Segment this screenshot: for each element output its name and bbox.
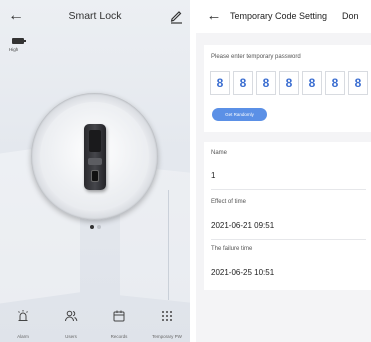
page-title: Smart Lock <box>68 10 122 22</box>
nav-label: Alarm <box>17 334 29 339</box>
nav-label: Users <box>65 334 77 339</box>
digit-box[interactable]: 8 <box>279 71 299 95</box>
digit-box[interactable]: 8 <box>210 71 230 95</box>
keypad-icon <box>160 309 174 323</box>
nav-item-records[interactable]: Records <box>96 307 142 342</box>
page-title: Temporary Code Setting <box>230 11 328 21</box>
password-digits: 8 8 8 8 8 8 8 <box>210 71 371 95</box>
bottom-nav: Alarm Users Records Temporary PW <box>0 307 190 342</box>
nav-item-temporary-pw[interactable]: Temporary PW <box>144 307 190 342</box>
users-icon <box>64 309 78 323</box>
carousel-dot-active[interactable] <box>90 225 94 229</box>
lock-image[interactable] <box>31 93 158 220</box>
password-label: Please enter temporary password <box>211 54 301 60</box>
temporary-code-screen: ← Temporary Code Setting Don Please ente… <box>196 0 371 342</box>
background-line <box>168 190 174 300</box>
failure-time-field[interactable]: 2021-06-25 10:51 <box>211 268 274 277</box>
digit-box[interactable]: 8 <box>256 71 276 95</box>
lock-device-icon <box>83 123 106 190</box>
nav-item-users[interactable]: Users <box>48 307 94 342</box>
battery-icon <box>12 38 26 44</box>
carousel-dot[interactable] <box>97 225 101 229</box>
done-button[interactable]: Don <box>342 11 359 21</box>
digit-box[interactable]: 8 <box>325 71 345 95</box>
divider <box>211 189 366 190</box>
nav-item-alarm[interactable]: Alarm <box>0 307 46 342</box>
digit-box[interactable]: 8 <box>302 71 322 95</box>
code-settings-card: Name 1 Effect of time 2021-06-21 09:51 T… <box>204 142 371 290</box>
nav-label: Records <box>110 334 128 339</box>
effect-time-field[interactable]: 2021-06-21 09:51 <box>211 221 274 230</box>
smart-lock-header: ← Smart Lock <box>0 0 190 34</box>
carousel-indicator <box>90 225 104 231</box>
name-label: Name <box>211 150 228 156</box>
arrow-left-icon[interactable]: ← <box>206 6 222 26</box>
name-field[interactable]: 1 <box>211 171 215 180</box>
smart-lock-screen: ← Smart Lock High Alarm Users Records Te… <box>0 0 190 342</box>
failure-time-label: The failure time <box>211 246 253 252</box>
nav-label: Temporary PW <box>152 334 182 339</box>
calendar-icon <box>112 309 126 323</box>
arrow-left-icon[interactable]: ← <box>8 5 24 27</box>
pen-icon[interactable] <box>168 7 184 25</box>
temporary-code-header: ← Temporary Code Setting Don <box>196 0 371 33</box>
lock-image-inner <box>40 102 149 211</box>
battery-level: High <box>9 47 19 52</box>
digit-box[interactable]: 8 <box>233 71 253 95</box>
divider <box>211 239 366 240</box>
effect-time-label: Effect of time <box>211 199 246 205</box>
password-card: Please enter temporary password 8 8 8 8 … <box>204 45 371 132</box>
get-randomly-button[interactable]: Get Randomly <box>212 108 267 121</box>
alarm-icon <box>16 309 30 323</box>
digit-box[interactable]: 8 <box>348 71 368 95</box>
